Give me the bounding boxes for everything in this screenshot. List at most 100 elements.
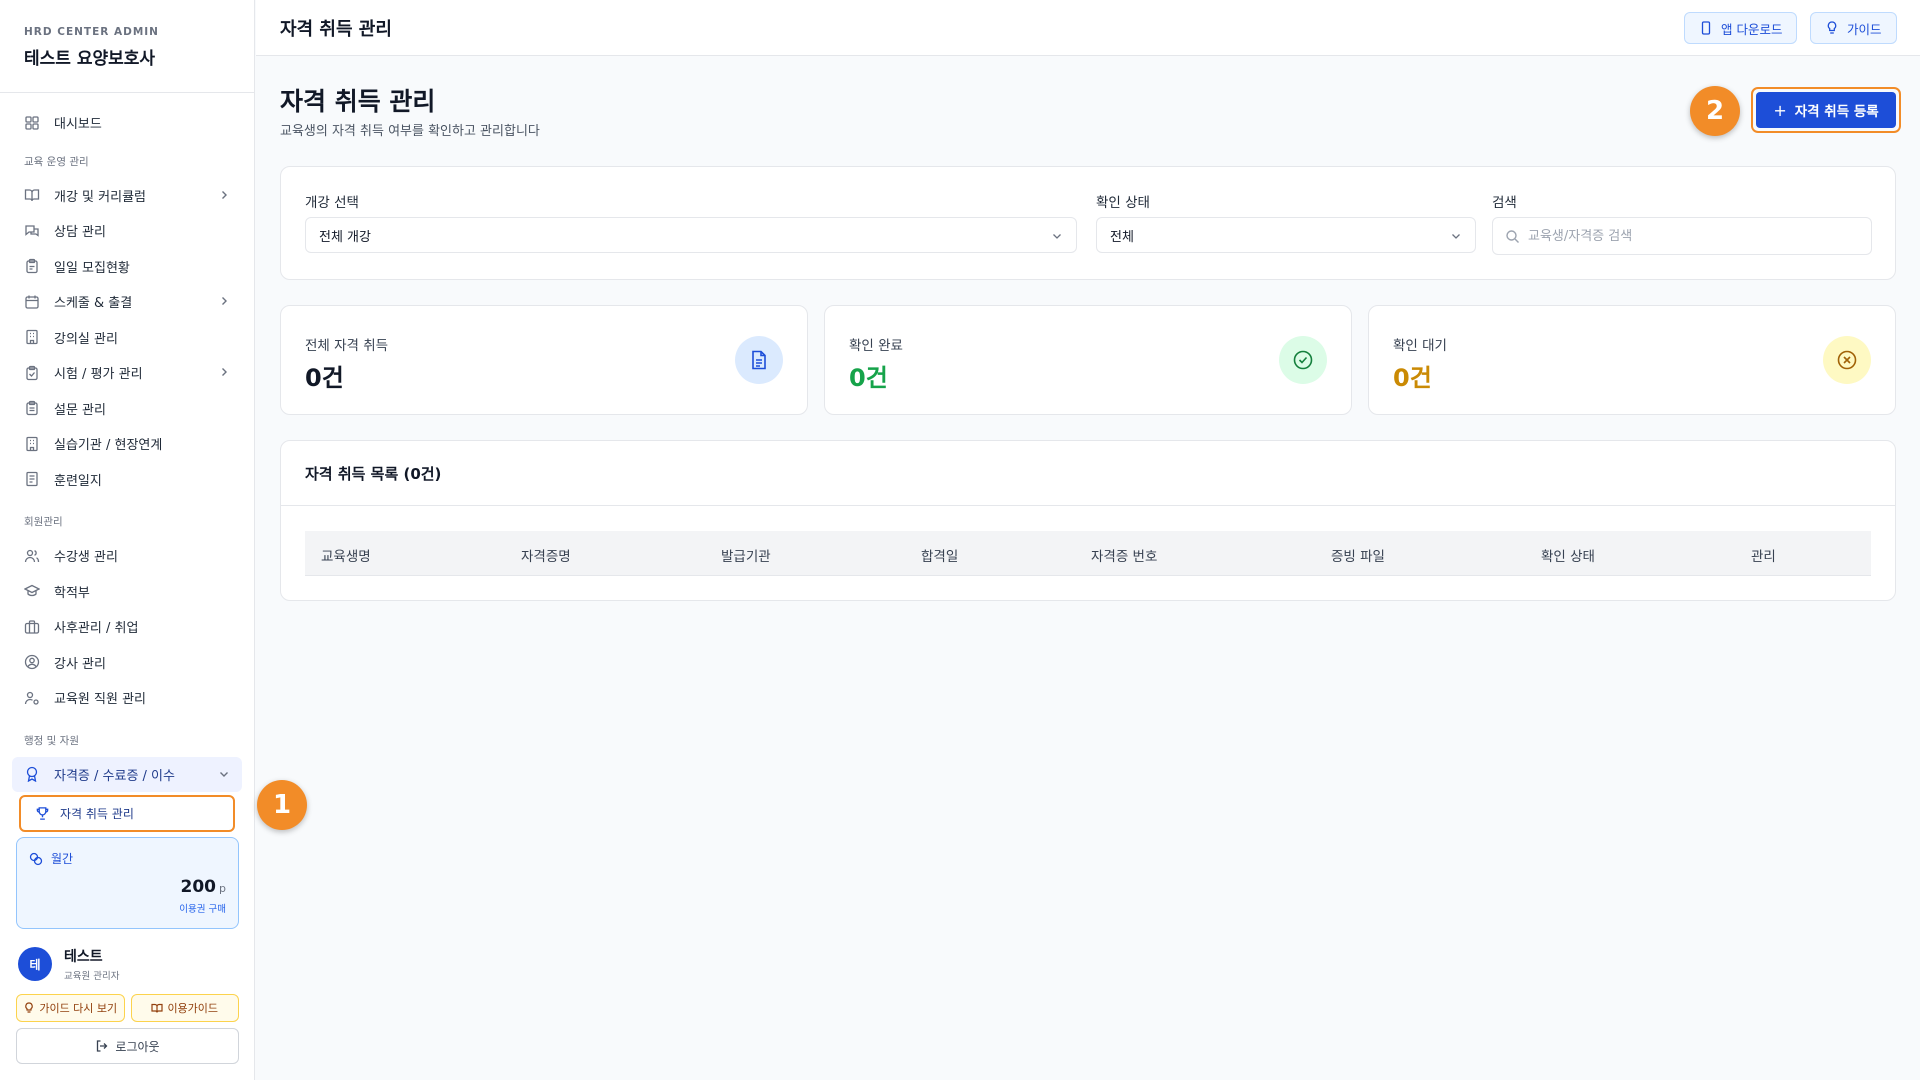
guide-button[interactable]: 가이드 [1810, 12, 1897, 44]
sidebar-item-label: 시험 / 평가 관리 [54, 367, 143, 383]
graduation-cap-icon [24, 583, 40, 599]
section-label-ops: 교육 운영 관리 [24, 155, 89, 168]
search-box [1492, 217, 1872, 255]
column-header: 합격일 [921, 549, 959, 565]
document-icon [748, 349, 770, 371]
sidebar-item-label: 실습기관 / 현장연계 [54, 438, 163, 454]
stat-card-total: 전체 자격 취득 0건 [280, 305, 808, 415]
brand-subtitle: HRD CENTER ADMIN [24, 26, 159, 38]
user-circle-icon [24, 654, 40, 670]
usage-guide-button[interactable]: 이용가이드 [130, 994, 239, 1022]
filter-card: 개강 선택 전체 개강 확인 상태 전체 검색 [280, 166, 1896, 280]
coins-icon [29, 852, 43, 866]
guide-again-button[interactable]: 가이드 다시 보기 [16, 994, 125, 1022]
course-select-value: 전체 개강 [319, 229, 371, 245]
chevron-right-icon [218, 295, 230, 307]
user-profile: 테 테스트 교육원 관리자 [18, 946, 119, 982]
status-select[interactable]: 전체 [1096, 217, 1476, 253]
sidebar-item-training-log[interactable]: 훈련일지 [12, 462, 242, 498]
divider [281, 505, 1895, 506]
stat-label: 확인 대기 [1393, 338, 1447, 354]
step-badge-1: 1 [257, 780, 307, 830]
sidebar-item-schedule[interactable]: 스케줄 & 출결 [12, 284, 242, 320]
smartphone-icon [1699, 21, 1713, 35]
sidebar-item-label: 수강생 관리 [54, 550, 118, 566]
award-icon [24, 766, 40, 783]
guide-label: 가이드 [1847, 21, 1882, 37]
briefcase-icon [24, 619, 40, 635]
stat-icon-wrap [1279, 336, 1327, 384]
course-filter-label: 개강 선택 [305, 195, 359, 211]
search-input[interactable] [1528, 228, 1858, 244]
column-header: 자격증명 [521, 549, 571, 565]
section-label-members: 회원관리 [24, 516, 63, 528]
sidebar-item-practice[interactable]: 실습기관 / 현장연계 [12, 426, 242, 462]
user-settings-icon [24, 690, 40, 706]
stat-icon-wrap [1823, 336, 1871, 384]
brand: HRD CENTER ADMIN 테스트 요양보호사 [0, 0, 254, 93]
book-icon [24, 187, 40, 203]
chevron-down-icon [218, 768, 230, 780]
sidebar-item-students[interactable]: 수강생 관리 [12, 538, 242, 574]
sidebar-item-label: 강의실 관리 [54, 331, 118, 347]
sidebar-item-consult[interactable]: 상담 관리 [12, 213, 242, 249]
sidebar-item-label: 일일 모집현황 [54, 260, 130, 276]
stat-value: 0건 [305, 364, 344, 392]
chevron-right-icon [218, 189, 230, 201]
usage-guide-label: 이용가이드 [167, 1002, 219, 1015]
sidebar-item-aftercare[interactable]: 사후관리 / 취업 [12, 609, 242, 645]
register-cert-label: 자격 취득 등록 [1794, 104, 1879, 120]
stat-card-pending: 확인 대기 0건 [1368, 305, 1896, 415]
guide-again-label: 가이드 다시 보기 [39, 1002, 118, 1015]
sidebar-subitem-cert-acquire[interactable]: 자격 취득 관리 [19, 795, 235, 832]
sidebar-item-staff[interactable]: 교육원 직원 관리 [12, 680, 242, 716]
column-header: 교육생명 [321, 549, 371, 565]
points-value: 200 [180, 877, 217, 897]
logout-icon [95, 1039, 109, 1053]
sidebar: HRD CENTER ADMIN 테스트 요양보호사 대시보드 교육 운영 관리… [0, 0, 255, 1080]
brand-title: 테스트 요양보호사 [24, 49, 156, 69]
x-circle-icon [1836, 349, 1858, 371]
list-title: 자격 취득 목록 (0건) [305, 465, 442, 483]
user-name: 테스트 [64, 949, 103, 965]
sidebar-item-exam[interactable]: 시험 / 평가 관리 [12, 355, 242, 391]
building-icon [24, 329, 40, 345]
sidebar-item-label: 강사 관리 [54, 656, 106, 672]
chevron-down-icon [1450, 230, 1462, 242]
sidebar-item-registry[interactable]: 학적부 [12, 574, 242, 610]
sidebar-item-label: 스케줄 & 출결 [54, 296, 133, 312]
sidebar-item-courses[interactable]: 개강 및 커리큘럼 [12, 178, 242, 214]
sidebar-subitem-label: 자격 취득 관리 [60, 807, 134, 821]
column-header: 증빙 파일 [1331, 549, 1385, 565]
sidebar-item-classroom[interactable]: 강의실 관리 [12, 320, 242, 356]
stat-label: 확인 완료 [849, 338, 903, 354]
calendar-icon [24, 294, 40, 310]
trophy-icon [35, 806, 50, 821]
lightbulb-icon [23, 1002, 35, 1014]
grid-icon [24, 115, 40, 131]
column-header: 관리 [1751, 549, 1776, 565]
app-download-button[interactable]: 앱 다운로드 [1684, 12, 1798, 44]
stat-value: 0건 [849, 364, 888, 392]
stat-value: 0건 [1393, 364, 1432, 392]
chevron-down-icon [1051, 230, 1063, 242]
register-cert-button[interactable]: + 자격 취득 등록 [1756, 92, 1896, 128]
sidebar-item-survey[interactable]: 설문 관리 [12, 391, 242, 427]
buy-pass-link[interactable]: 이용권 구매 [29, 901, 226, 915]
stat-card-confirmed: 확인 완료 0건 [824, 305, 1352, 415]
sidebar-item-instructors[interactable]: 강사 관리 [12, 645, 242, 681]
course-select[interactable]: 전체 개강 [305, 217, 1077, 253]
chat-icon [24, 223, 40, 239]
clipboard-check-icon [24, 365, 40, 381]
logout-label: 로그아웃 [115, 1039, 160, 1054]
sidebar-item-dashboard[interactable]: 대시보드 [12, 105, 242, 141]
sidebar-item-certs[interactable]: 자격증 / 수료증 / 이수 [12, 756, 242, 792]
status-filter-label: 확인 상태 [1096, 195, 1150, 211]
points-card: 월간 200 p 이용권 구매 [16, 837, 239, 929]
sidebar-item-daily-recruit[interactable]: 일일 모집현황 [12, 249, 242, 285]
book-open-icon [151, 1002, 164, 1014]
logout-button[interactable]: 로그아웃 [16, 1028, 239, 1064]
page-description: 교육생의 자격 취득 여부를 확인하고 관리합니다 [280, 124, 540, 139]
lightbulb-icon [1825, 21, 1839, 35]
column-header: 확인 상태 [1541, 549, 1595, 565]
